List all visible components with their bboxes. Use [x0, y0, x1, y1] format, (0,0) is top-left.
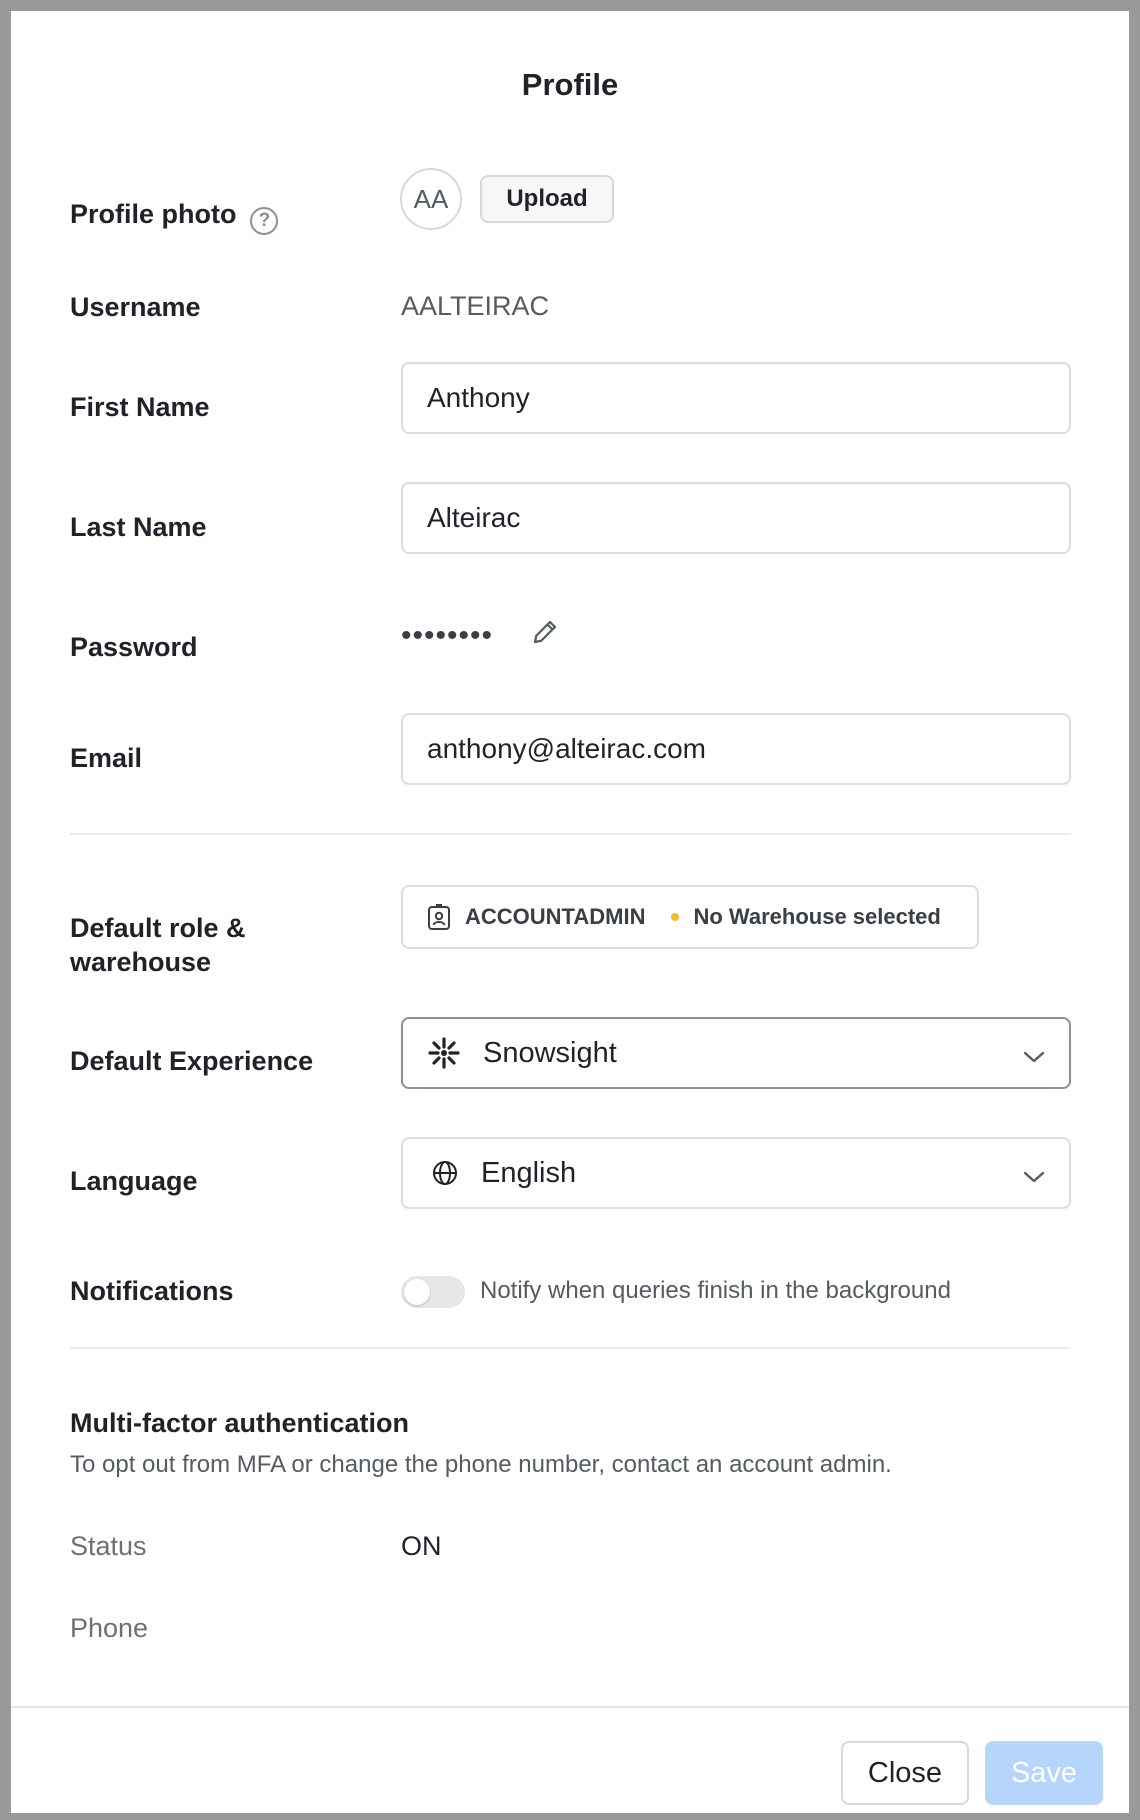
profile-dialog: Profile Profile photo? AA Upload Usernam…: [11, 11, 1129, 1813]
mfa-description: To opt out from MFA or change the phone …: [70, 1451, 892, 1478]
default-role-label-line1: Default role &: [70, 913, 246, 943]
snowflake-icon: [427, 1036, 461, 1070]
pencil-icon[interactable]: [530, 617, 560, 652]
default-role-label: Default role & warehouse: [70, 911, 246, 979]
username-label: Username: [70, 292, 201, 322]
role-name: ACCOUNTADMIN: [465, 904, 646, 929]
default-experience-label: Default Experience: [70, 1046, 314, 1076]
notifications-description: Notify when queries finish in the backgr…: [480, 1277, 951, 1304]
help-icon[interactable]: ?: [250, 207, 279, 235]
save-button[interactable]: Save: [985, 1741, 1103, 1805]
first-name-label: First Name: [70, 392, 210, 422]
last-name-value: Alteirac: [427, 502, 521, 533]
email-input[interactable]: anthony@alteirac.com: [401, 713, 1071, 785]
footer-divider: [11, 1706, 1129, 1708]
role-warehouse-selector[interactable]: ACCOUNTADMIN No Warehouse selected: [401, 885, 979, 949]
upload-button[interactable]: Upload: [480, 175, 614, 223]
last-name-label: Last Name: [70, 512, 207, 542]
mfa-heading: Multi-factor authentication: [70, 1408, 409, 1438]
default-role-label-line2: warehouse: [70, 947, 212, 977]
profile-photo-row-label: Profile photo?: [70, 197, 279, 235]
section-divider: [70, 1347, 1071, 1349]
profile-photo-label: Profile photo: [70, 199, 237, 229]
language-value: English: [481, 1156, 577, 1189]
avatar: AA: [400, 168, 462, 230]
chevron-down-icon: [1021, 1043, 1047, 1076]
first-name-input[interactable]: Anthony: [401, 362, 1071, 434]
password-label: Password: [70, 632, 198, 662]
first-name-value: Anthony: [427, 382, 530, 413]
language-label: Language: [70, 1166, 198, 1196]
mfa-status-label: Status: [70, 1531, 147, 1561]
section-divider: [70, 833, 1071, 835]
default-experience-select[interactable]: Snowsight: [401, 1017, 1071, 1089]
warehouse-status-dot: [671, 913, 680, 921]
email-label: Email: [70, 743, 143, 773]
globe-icon: [431, 1159, 459, 1187]
warehouse-name: No Warehouse selected: [693, 904, 941, 929]
password-masked-value: ••••••••: [401, 619, 494, 652]
chevron-down-icon: [1021, 1163, 1047, 1196]
close-button[interactable]: Close: [841, 1741, 969, 1805]
badge-icon: [427, 903, 451, 931]
default-experience-value: Snowsight: [483, 1036, 617, 1069]
toggle-knob: [404, 1279, 430, 1305]
dialog-title: Profile: [521, 67, 619, 102]
last-name-input[interactable]: Alteirac: [401, 482, 1071, 554]
email-value: anthony@alteirac.com: [427, 733, 707, 764]
language-select[interactable]: English: [401, 1137, 1071, 1209]
mfa-phone-label: Phone: [70, 1613, 149, 1643]
notifications-toggle[interactable]: [401, 1276, 465, 1308]
mfa-status-value: ON: [401, 1531, 442, 1561]
notifications-label: Notifications: [70, 1276, 234, 1306]
username-value: AALTEIRAC: [401, 291, 550, 321]
